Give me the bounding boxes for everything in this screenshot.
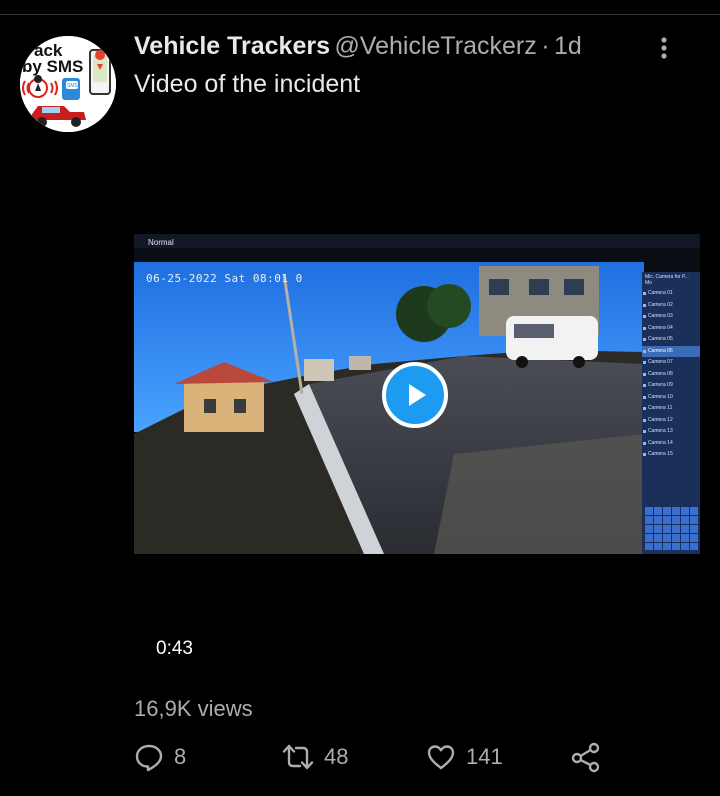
camera-item: Camera 12	[642, 415, 700, 427]
retweet-button[interactable]: 48	[282, 740, 348, 774]
camera-item: Camera 02	[642, 300, 700, 312]
camera-item: Camera 10	[642, 392, 700, 404]
camera-item-selected: Camera 06	[642, 345, 700, 357]
camera-item: Camera 03	[642, 311, 700, 323]
display-name[interactable]: Vehicle Trackers	[134, 32, 330, 60]
video-duration: 0:43	[156, 638, 193, 659]
play-icon	[409, 384, 426, 406]
avatar-text-line2: by SMS	[22, 57, 83, 76]
heart-icon	[427, 745, 455, 770]
retweet-icon	[282, 744, 314, 770]
camera-item: Camera 01	[642, 288, 700, 300]
camera-item: Camera 05	[642, 334, 700, 346]
play-button[interactable]	[382, 362, 448, 428]
reply-icon	[135, 744, 163, 772]
tweet-text: Video of the incident	[134, 70, 361, 98]
osd-timestamp: 06-25-2022 Sat 08:01 0	[146, 272, 303, 285]
camera-grid	[644, 506, 698, 550]
avatar-logo: ack by SMS SMS	[20, 36, 116, 132]
camera-item: Camera 11	[642, 403, 700, 415]
camera-item: Camera 08	[642, 369, 700, 381]
camera-item: Camera 15	[642, 449, 700, 461]
separator-dot: ·	[541, 32, 550, 60]
view-count: 16,9K views	[134, 696, 253, 721]
like-count: 141	[466, 744, 503, 769]
tweet-header: Vehicle Trackers @VehicleTrackerz · 1d	[134, 32, 700, 66]
osd-mode: Normal	[148, 238, 174, 247]
camera-item: Camera 14	[642, 438, 700, 450]
retweet-count: 48	[324, 744, 349, 769]
timestamp[interactable]: 1d	[554, 32, 582, 60]
like-button[interactable]: 141	[426, 740, 503, 774]
video-player[interactable]: Normal 06-25-2022 Sat 08:01 0 Mic. Camer…	[134, 234, 700, 554]
top-divider	[0, 14, 720, 15]
user-handle[interactable]: @VehicleTrackerz	[334, 32, 536, 60]
camera-item: Camera 04	[642, 323, 700, 335]
more-options-button[interactable]	[654, 34, 674, 64]
camera-item: Camera 09	[642, 380, 700, 392]
camera-item: Camera 07	[642, 357, 700, 369]
camera-panel-header: Mic. Camera for P... Mo	[645, 274, 689, 286]
camera-item: Camera 13	[642, 426, 700, 438]
share-icon	[571, 742, 600, 773]
share-button[interactable]	[570, 740, 612, 774]
tweet-actions: 8 48 141	[134, 740, 614, 774]
camera-list-panel: Mic. Camera for P... Mo Camera 01 Camera…	[642, 272, 700, 554]
avatar[interactable]: ack by SMS SMS	[20, 36, 116, 132]
reply-button[interactable]: 8	[134, 740, 186, 774]
reply-count: 8	[174, 744, 187, 769]
avatar-badge: SMS	[67, 83, 79, 89]
more-icon	[661, 37, 667, 59]
